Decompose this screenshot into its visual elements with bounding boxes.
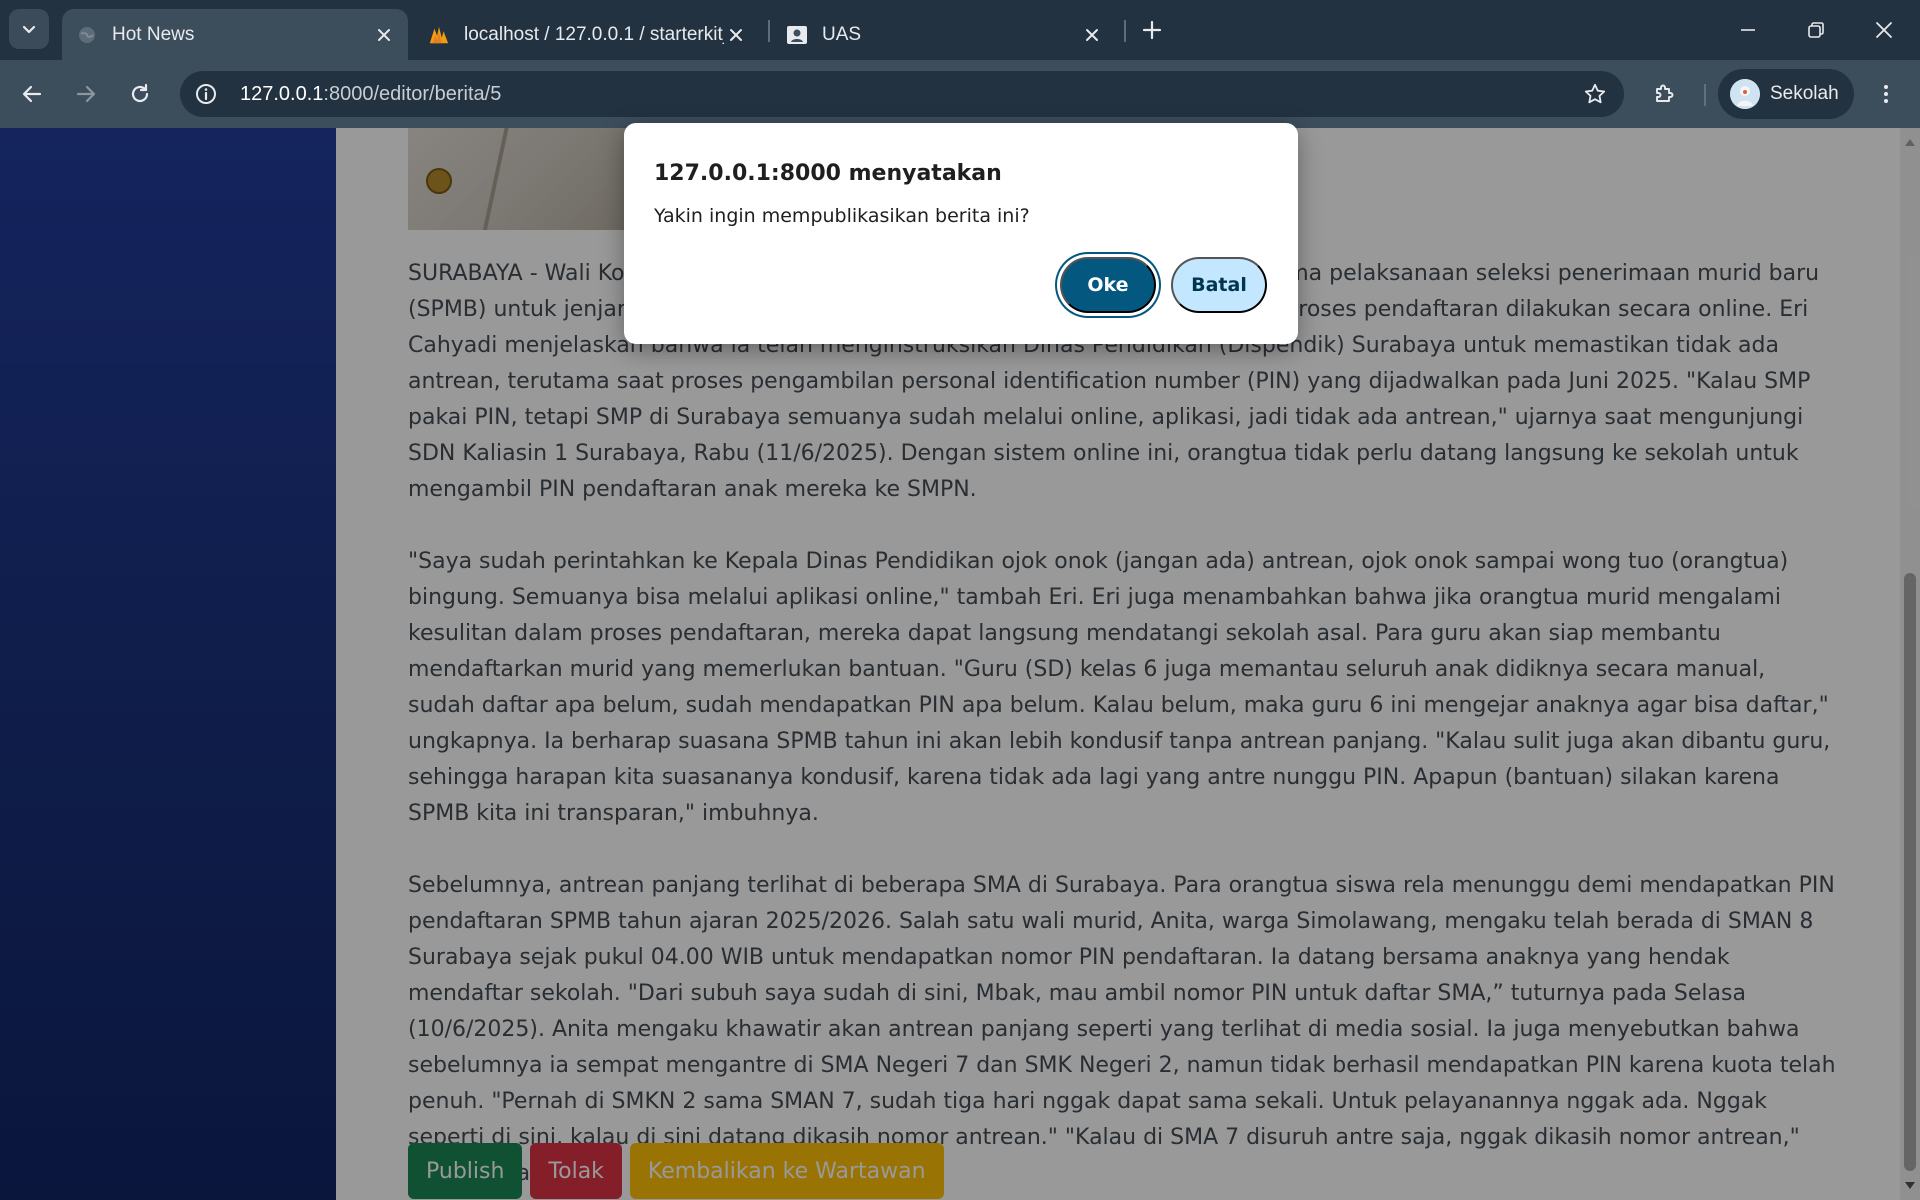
- site-info-icon[interactable]: [188, 76, 224, 112]
- dialog-title: 127.0.0.1:8000 menyatakan: [654, 161, 1002, 186]
- close-icon[interactable]: [724, 23, 748, 47]
- bookmark-star-icon[interactable]: [1578, 77, 1612, 111]
- tab-separator: [1124, 20, 1126, 42]
- minimize-icon: [1741, 29, 1755, 31]
- plus-icon: [1142, 20, 1162, 40]
- phpmyadmin-icon: [428, 24, 450, 46]
- back-button[interactable]: [12, 74, 52, 114]
- reload-icon: [131, 83, 149, 103]
- tab-phpmyadmin[interactable]: localhost / 127.0.0.1 / starterkit_: [420, 9, 760, 60]
- address-bar[interactable]: 127.0.0.1:8000/editor/berita/5: [180, 71, 1624, 117]
- tab-uas[interactable]: UAS: [776, 9, 1116, 60]
- tab-separator: [768, 20, 770, 42]
- url-path: :8000/editor/berita/5: [323, 82, 502, 105]
- avatar: [1730, 79, 1760, 109]
- reload-button[interactable]: [120, 74, 160, 114]
- url-text[interactable]: 127.0.0.1:8000/editor/berita/5: [240, 83, 501, 106]
- close-window-button[interactable]: [1862, 10, 1906, 50]
- browser-toolbar: 127.0.0.1:8000/editor/berita/5 Sekolah: [0, 60, 1920, 128]
- globe-icon: [76, 24, 98, 46]
- more-vertical-icon: [1884, 85, 1888, 103]
- contact-card-icon: [786, 24, 808, 46]
- chevron-down-icon: [22, 25, 36, 34]
- url-host: 127.0.0.1: [240, 82, 324, 105]
- cancel-button[interactable]: Batal: [1171, 257, 1267, 313]
- toolbar-divider: [1704, 84, 1706, 106]
- arrow-right-icon: [76, 85, 96, 103]
- profile-button[interactable]: Sekolah: [1718, 69, 1854, 119]
- close-icon[interactable]: [372, 23, 396, 47]
- new-tab-button[interactable]: [1136, 14, 1168, 46]
- tab-title: Hot News: [112, 23, 195, 45]
- forward-button[interactable]: [66, 74, 106, 114]
- arrow-left-icon: [22, 85, 42, 103]
- confirm-dialog: 127.0.0.1:8000 menyatakan Yakin ingin me…: [624, 123, 1298, 344]
- close-icon: [1876, 22, 1892, 38]
- profile-name: Sekolah: [1770, 83, 1839, 104]
- tab-hot-news[interactable]: Hot News: [62, 9, 408, 60]
- tab-search-button[interactable]: [9, 9, 49, 49]
- ok-button[interactable]: Oke: [1060, 257, 1156, 313]
- puzzle-icon: [1656, 84, 1674, 102]
- minimize-button[interactable]: [1726, 10, 1770, 50]
- browser-menu-button[interactable]: [1866, 74, 1906, 114]
- close-icon[interactable]: [1080, 23, 1104, 47]
- restore-button[interactable]: [1794, 10, 1838, 50]
- tab-title: UAS: [822, 23, 862, 45]
- tab-strip: Hot News localhost / 127.0.0.1 / starter…: [0, 0, 1920, 60]
- restore-icon: [1808, 22, 1824, 38]
- dialog-message: Yakin ingin mempublikasikan berita ini?: [654, 205, 1030, 227]
- extensions-button[interactable]: [1644, 74, 1684, 114]
- tab-title: localhost / 127.0.0.1 / starterkit_: [464, 23, 724, 45]
